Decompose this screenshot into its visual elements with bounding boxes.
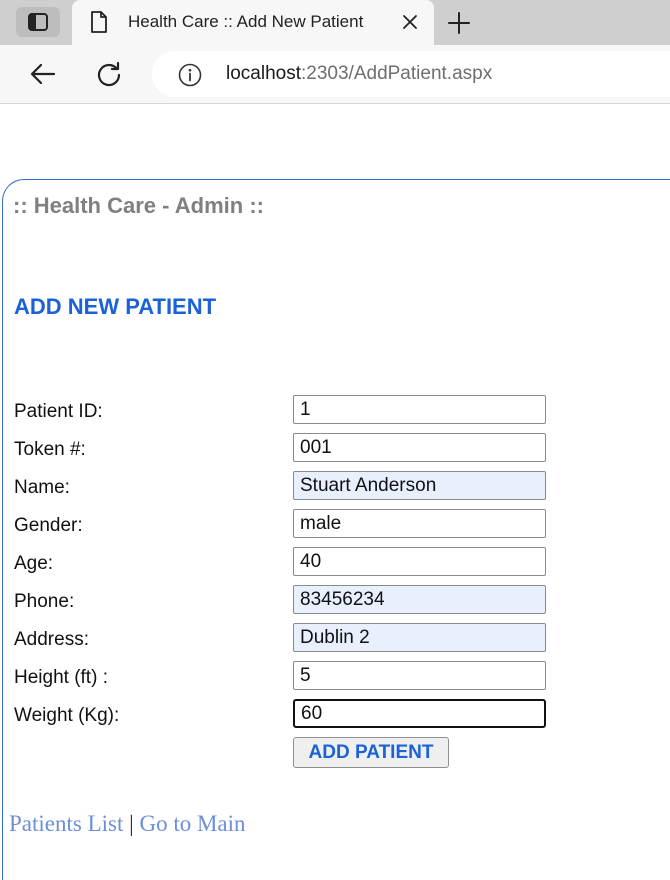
patients-list-link[interactable]: Patients List	[9, 811, 123, 836]
height-label: Height (ft) :	[14, 667, 108, 688]
token-label: Token #:	[14, 439, 86, 460]
back-arrow-icon	[30, 63, 56, 85]
info-icon[interactable]	[178, 63, 202, 92]
gender-label: Gender:	[14, 515, 83, 536]
weight-label: Weight (Kg):	[14, 705, 120, 726]
link-separator: |	[129, 811, 134, 836]
sidebar-toggle-button[interactable]	[16, 7, 60, 37]
browser-tab[interactable]: Health Care :: Add New Patient	[72, 0, 434, 45]
add-patient-button[interactable]: ADD PATIENT	[293, 737, 449, 768]
reload-button[interactable]	[92, 57, 126, 91]
browser-tab-strip: Health Care :: Add New Patient	[0, 0, 670, 45]
name-label: Name:	[14, 477, 70, 498]
patient-id-label: Patient ID:	[14, 401, 103, 422]
new-tab-button[interactable]	[444, 8, 474, 38]
plus-icon	[448, 12, 470, 34]
browser-toolbar: localhost:2303/AddPatient.aspx	[0, 45, 670, 104]
address-label: Address:	[14, 629, 89, 650]
patient-id-field[interactable]	[293, 395, 546, 424]
reload-icon	[97, 61, 121, 87]
admin-title: :: Health Care - Admin ::	[13, 193, 264, 218]
name-field[interactable]	[293, 471, 546, 500]
height-field[interactable]	[293, 661, 546, 690]
address-bar[interactable]: localhost:2303/AddPatient.aspx	[152, 51, 670, 97]
url-host: localhost	[226, 63, 301, 84]
phone-field[interactable]	[293, 585, 546, 614]
url-text: localhost:2303/AddPatient.aspx	[226, 63, 492, 85]
url-path: :2303/AddPatient.aspx	[301, 63, 493, 84]
page-title: ADD NEW PATIENT	[14, 294, 217, 319]
gender-field[interactable]	[293, 509, 546, 538]
address-field[interactable]	[293, 623, 546, 652]
footer-links: Patients List | Go to Main	[9, 811, 246, 837]
phone-label: Phone:	[14, 591, 75, 612]
token-field[interactable]	[293, 433, 546, 462]
weight-field[interactable]	[293, 699, 546, 728]
sidebar-toggle-icon	[28, 13, 48, 31]
age-field[interactable]	[293, 547, 546, 576]
tab-title: Health Care :: Add New Patient	[128, 12, 364, 31]
close-icon[interactable]	[398, 10, 422, 34]
back-button[interactable]	[26, 59, 60, 89]
page-icon	[90, 11, 108, 38]
go-to-main-link[interactable]: Go to Main	[139, 811, 245, 836]
age-label: Age:	[14, 553, 54, 574]
